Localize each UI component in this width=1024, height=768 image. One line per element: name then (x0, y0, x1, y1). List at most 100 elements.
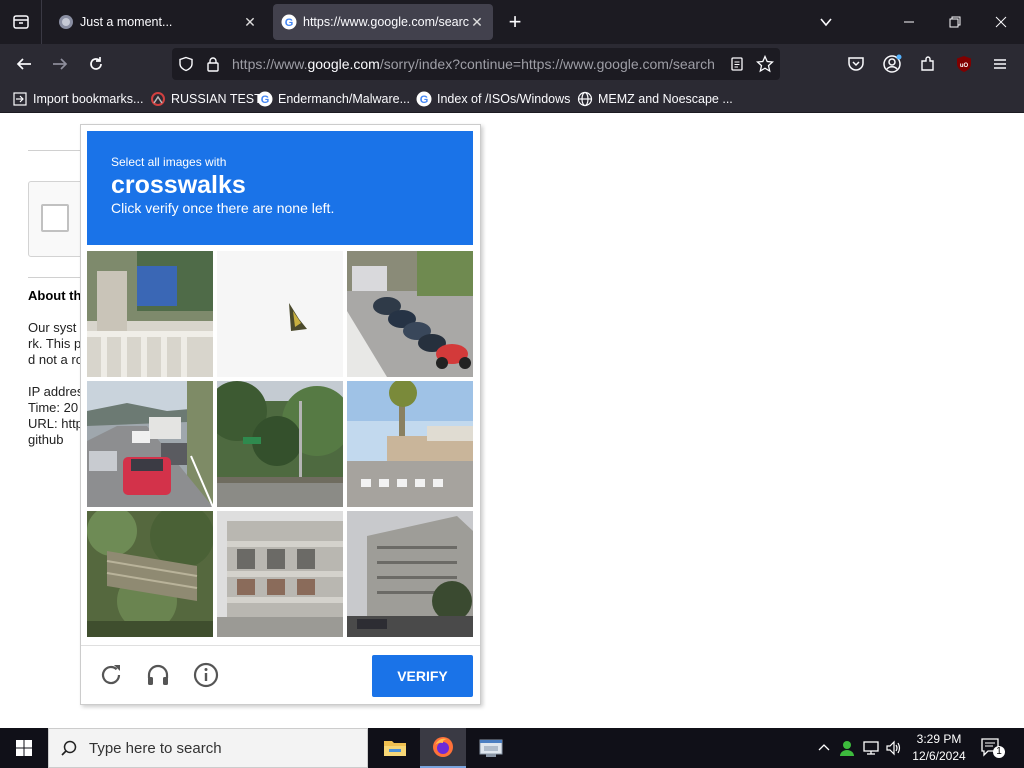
recaptcha-checkbox[interactable] (41, 204, 69, 232)
ublock-origin-button[interactable]: uO (949, 49, 979, 79)
bookmark-import[interactable]: Import bookmarks... (12, 90, 143, 108)
notification-count: 1 (996, 746, 1002, 757)
firefox-icon (433, 737, 453, 757)
restore-button[interactable] (932, 0, 978, 44)
image-tile[interactable] (87, 251, 213, 377)
close-tab-icon[interactable]: ✕ (242, 14, 258, 30)
back-button[interactable] (9, 49, 39, 79)
url-prefix: https://www. (232, 56, 308, 72)
folder-icon (384, 741, 406, 756)
tray-people-icon[interactable] (837, 738, 857, 758)
minimize-button[interactable] (886, 0, 932, 44)
address-bar[interactable]: https://www.google.com/sorry/index?conti… (172, 48, 780, 80)
clock-date: 12/6/2024 (912, 749, 966, 763)
import-icon (12, 91, 28, 107)
google-favicon-icon: G (416, 91, 432, 107)
image-tile[interactable] (347, 511, 473, 637)
challenge-subinstruction: Click verify once there are none left. (111, 200, 335, 216)
body-text-line: d not a ro (28, 352, 83, 367)
recaptcha-anchor (28, 181, 88, 257)
show-hidden-icons-button[interactable] (814, 738, 834, 758)
cloudflare-favicon-icon (58, 14, 74, 30)
minimize-icon (904, 21, 914, 23)
ip-address-line: IP addres (28, 384, 84, 399)
taskbar-app[interactable] (468, 728, 514, 768)
url-text[interactable]: https://www.google.com/sorry/index?conti… (232, 56, 716, 72)
page-content: About th Our syst rk. This p d not a ro … (0, 113, 1024, 728)
shield-icon[interactable] (177, 55, 195, 73)
url-host: google.com (307, 56, 380, 72)
restore-icon (949, 16, 961, 28)
lock-icon[interactable] (204, 55, 222, 73)
svg-text:G: G (285, 17, 294, 29)
taskbar-search[interactable]: Type here to search (48, 728, 368, 768)
close-tab-icon[interactable]: ✕ (469, 14, 485, 30)
about-heading: About th (28, 288, 82, 303)
bookmark-label: Import bookmarks... (33, 92, 144, 106)
tab-overflow-button[interactable] (812, 8, 840, 36)
github-line: github (28, 432, 64, 447)
challenge-target: crosswalks (111, 171, 246, 199)
divider (28, 150, 88, 151)
taskbar-firefox[interactable] (420, 728, 466, 768)
reload-challenge-button[interactable] (96, 660, 126, 690)
ublock-origin-icon: uO (957, 56, 971, 72)
reader-view-icon[interactable] (728, 55, 746, 73)
windows-taskbar: Type here to search 3:29 PM 12/6/2024 1 (0, 728, 1024, 768)
close-window-button[interactable] (978, 0, 1024, 44)
account-icon (883, 54, 902, 73)
google-favicon-icon: G (257, 91, 273, 107)
reload-button[interactable] (81, 49, 111, 79)
bookmark-index-isos[interactable]: G Index of /ISOs/Windows (416, 90, 570, 108)
tab-just-a-moment[interactable]: Just a moment... ✕ (50, 4, 266, 40)
bookmark-label: Index of /ISOs/Windows (437, 92, 571, 106)
clock-time: 3:29 PM (916, 732, 962, 746)
divider (28, 277, 88, 278)
forward-button[interactable] (45, 49, 75, 79)
plus-icon: + (508, 9, 522, 34)
bookmark-label: MEMZ and Noescape ... (598, 92, 733, 106)
reload-icon (101, 665, 121, 685)
bookmark-russian-test[interactable]: RUSSIAN TEST (150, 90, 262, 108)
tab-google-search[interactable]: G https://www.google.com/searc ✕ (273, 4, 493, 40)
body-text-line: Our syst (28, 320, 77, 335)
audio-challenge-button[interactable] (143, 660, 173, 690)
start-button[interactable] (0, 728, 48, 768)
app-menu-button[interactable] (985, 49, 1015, 79)
help-button[interactable] (191, 660, 221, 690)
extensions-button[interactable] (913, 49, 943, 79)
chevron-down-icon (820, 18, 832, 27)
image-tile[interactable] (87, 511, 213, 637)
windows-logo-icon (16, 740, 32, 756)
new-tab-button[interactable]: + (502, 8, 528, 36)
tab-list-icon (12, 15, 29, 29)
image-tile[interactable] (87, 381, 213, 507)
close-icon (995, 16, 1007, 28)
account-button[interactable] (877, 49, 907, 79)
url-path: /sorry/index?continue=https://www.google… (379, 56, 715, 72)
bookmark-memz[interactable]: MEMZ and Noescape ... (577, 90, 733, 108)
image-tile[interactable] (217, 381, 343, 507)
image-tile[interactable] (217, 251, 343, 377)
navigation-toolbar: https://www.google.com/sorry/index?conti… (0, 44, 1024, 85)
body-text-line: rk. This p (28, 336, 82, 351)
system-clock[interactable]: 3:29 PM 12/6/2024 (906, 731, 972, 765)
pocket-button[interactable] (841, 49, 871, 79)
network-icon[interactable] (861, 738, 881, 758)
image-tile[interactable] (347, 251, 473, 377)
tab-title: Just a moment... (80, 15, 173, 29)
image-tile[interactable] (217, 511, 343, 637)
chevron-up-icon (818, 744, 830, 751)
list-all-tabs-button[interactable] (0, 0, 42, 44)
volume-icon[interactable] (884, 738, 904, 758)
bookmark-endermanch[interactable]: G Endermanch/Malware... (257, 90, 410, 108)
notification-center-button[interactable]: 1 (980, 736, 1006, 760)
bookmark-label: Endermanch/Malware... (278, 92, 411, 106)
arrow-right-icon (53, 58, 68, 70)
time-line: Time: 20 (28, 400, 79, 415)
verify-button[interactable]: VERIFY (372, 655, 473, 697)
image-tile[interactable] (347, 381, 473, 507)
taskbar-file-explorer[interactable] (372, 728, 418, 768)
bookmark-star-icon[interactable] (756, 55, 774, 73)
arrow-left-icon (16, 58, 31, 70)
